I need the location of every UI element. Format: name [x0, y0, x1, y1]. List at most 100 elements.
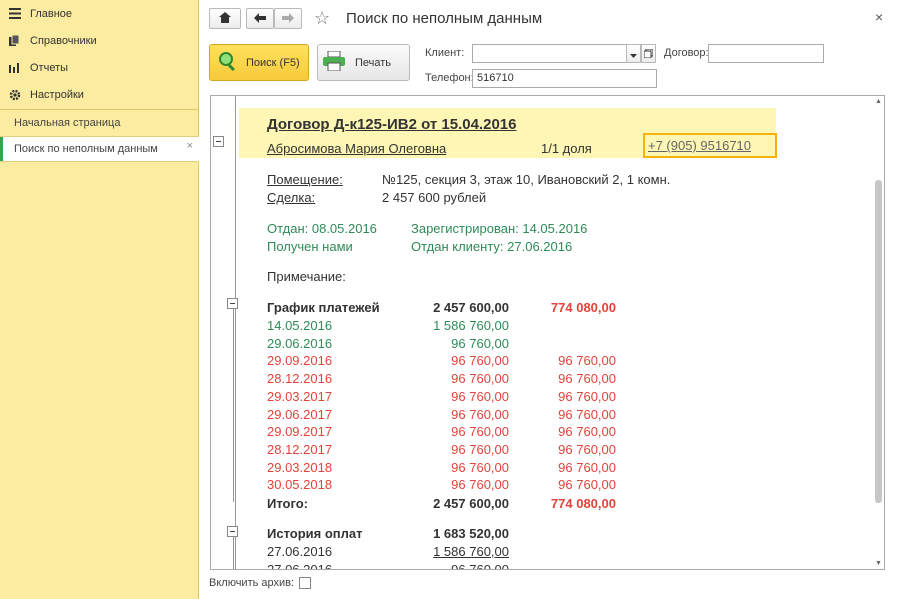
sidebar-item-label: Главное: [30, 7, 73, 20]
phone-link[interactable]: +7 (905) 9516710: [643, 133, 777, 158]
books-icon: [0, 34, 30, 47]
sidebar: Главное Справочники Отчеты Настройки Нач…: [0, 0, 199, 599]
menu-icon: [0, 8, 30, 19]
schedule-debt: 96 760,00: [558, 477, 616, 493]
schedule-debt: 96 760,00: [558, 441, 616, 457]
forward-button[interactable]: [274, 8, 302, 29]
scrollbar[interactable]: ▲ ▼: [872, 96, 884, 569]
client-dropdown-button[interactable]: [626, 44, 641, 63]
client-label: Клиент:: [425, 47, 465, 59]
schedule-amount: 96 760,00: [451, 353, 509, 369]
collapse-icon[interactable]: [227, 298, 238, 309]
chevron-down-icon: [630, 47, 637, 61]
scroll-up-icon[interactable]: ▲: [875, 98, 882, 105]
client-field[interactable]: [472, 44, 627, 63]
schedule-debt: 96 760,00: [558, 353, 616, 369]
sidebar-item-settings[interactable]: Настройки: [0, 81, 199, 108]
report-panel: Договор Д-к125-ИВ2 от 15.04.2016 Абросим…: [210, 95, 885, 570]
contract-field[interactable]: [708, 44, 824, 63]
schedule-date: 28.12.2017: [267, 441, 333, 457]
schedule-amount: 96 760,00: [451, 388, 509, 404]
schedule-amount: 96 760,00: [451, 406, 509, 422]
client-open-button[interactable]: [641, 44, 656, 63]
premises-value: №125, секция 3, этаж 10, Ивановский 2, 1…: [382, 172, 671, 187]
history-date: 27.06.2016: [267, 544, 333, 559]
schedule-amount: 96 760,00: [451, 459, 509, 475]
schedule-date: 29.06.2017: [267, 406, 333, 422]
archive-checkbox[interactable]: [299, 577, 312, 589]
given-date: Отдан: 08.05.2016: [267, 221, 377, 236]
total-red: 774 080,00: [550, 496, 616, 511]
schedule-date: 30.05.2018: [267, 477, 333, 493]
schedule-amount: 96 760,00: [451, 424, 509, 440]
scroll-down-icon[interactable]: ▼: [875, 560, 882, 567]
registered-date: Зарегистрирован: 14.05.2016: [411, 221, 588, 236]
archive-toggle[interactable]: Включить архив:: [209, 577, 312, 589]
printer-icon: [323, 50, 345, 74]
schedule-amount: 1 586 760,00: [433, 318, 509, 333]
tree-line: [235, 96, 236, 569]
close-tab-icon[interactable]: ×: [187, 140, 193, 152]
schedule-debt: 96 760,00: [558, 424, 616, 440]
history-amount[interactable]: 96 760,00: [401, 562, 509, 569]
contract-label: Договор:: [664, 47, 709, 59]
schedule-debt: 96 760,00: [558, 406, 616, 422]
home-button[interactable]: [209, 8, 241, 29]
arrow-left-icon: [254, 12, 266, 26]
tree-line: [233, 536, 234, 569]
print-button[interactable]: Печать: [317, 44, 410, 81]
schedule-amount: 96 760,00: [451, 371, 509, 387]
schedule-debt: 96 760,00: [558, 371, 616, 387]
print-button-label: Печать: [355, 56, 392, 69]
scrollbar-thumb[interactable]: [875, 180, 882, 503]
close-icon[interactable]: ×: [875, 9, 883, 25]
gear-icon: [0, 89, 30, 101]
favorite-star-icon[interactable]: ☆: [314, 8, 330, 29]
collapse-icon[interactable]: [227, 526, 238, 537]
history-date: 27.06.2016: [267, 562, 333, 570]
search-button[interactable]: Поиск (F5): [209, 44, 309, 81]
magnifier-icon: [218, 51, 238, 74]
schedule-debt: 96 760,00: [558, 388, 616, 404]
given-client-date: Отдан клиенту: 27.06.2016: [411, 239, 573, 254]
schedule-date: 14.05.2016: [267, 318, 333, 333]
history-total: 1 683 520,00: [433, 526, 509, 541]
sidebar-item-reports[interactable]: Отчеты: [0, 54, 199, 81]
deal-value: 2 457 600 рублей: [382, 190, 487, 205]
page-title: Поиск по неполным данным: [346, 10, 543, 27]
sidebar-item-label: Настройки: [30, 88, 84, 101]
home-icon: [219, 11, 231, 26]
phone-label: Телефон:: [425, 72, 474, 84]
schedule-total: 2 457 600,00: [433, 300, 509, 315]
received-text: Получен нами: [267, 239, 353, 254]
schedule-red-total: 774 080,00: [550, 300, 616, 315]
schedule-date: 29.06.2016: [267, 335, 333, 351]
open-form-icon: [643, 47, 654, 61]
open-tab-label: Поиск по неполным данным: [14, 143, 158, 155]
search-button-label: Поиск (F5): [246, 56, 300, 69]
contract-title[interactable]: Договор Д-к125-ИВ2 от 15.04.2016: [267, 116, 516, 133]
schedule-debt: 96 760,00: [558, 459, 616, 475]
back-button[interactable]: [246, 8, 274, 29]
tree-line: [233, 306, 234, 502]
schedule-date: 29.09.2017: [267, 424, 333, 440]
client-name-link[interactable]: Абросимова Мария Олеговна: [267, 141, 446, 156]
sidebar-item-main[interactable]: Главное: [0, 0, 199, 27]
note-label: Примечание:: [267, 269, 346, 284]
schedule-title: График платежей: [267, 300, 380, 315]
schedule-date: 29.09.2016: [267, 353, 333, 369]
bar-chart-icon: [0, 62, 30, 73]
schedule-amount: 96 760,00: [451, 477, 509, 493]
open-tab-home[interactable]: Начальная страница: [0, 110, 199, 136]
schedule-amount: 96 760,00: [451, 441, 509, 457]
schedule-date: 29.03.2017: [267, 388, 333, 404]
history-amount[interactable]: 1 586 760,00: [401, 544, 509, 559]
open-tab-search[interactable]: Поиск по неполным данным ×: [0, 136, 199, 162]
collapse-icon[interactable]: [213, 136, 224, 147]
premises-label: Помещение:: [267, 172, 343, 187]
sidebar-item-catalogs[interactable]: Справочники: [0, 27, 199, 54]
archive-label: Включить архив:: [209, 577, 295, 589]
phone-field[interactable]: 516710: [472, 69, 657, 88]
schedule-date: 28.12.2016: [267, 371, 333, 387]
schedule-amount: 96 760,00: [451, 335, 509, 351]
